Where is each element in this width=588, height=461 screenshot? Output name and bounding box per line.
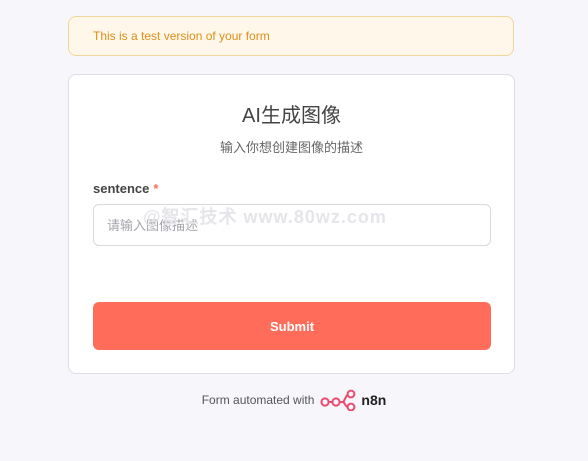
submit-button[interactable]: Submit: [93, 302, 491, 350]
required-mark: *: [153, 181, 159, 196]
footer: Form automated with n8n: [0, 389, 588, 411]
sentence-field-label: sentence *: [93, 181, 158, 196]
n8n-nodes-icon: [320, 389, 356, 411]
n8n-logo[interactable]: n8n: [320, 389, 386, 411]
footer-text: Form automated with: [201, 393, 315, 407]
form-title: AI生成图像: [242, 105, 341, 127]
n8n-brand-text: n8n: [361, 392, 387, 408]
test-version-banner: This is a test version of your form: [68, 16, 514, 56]
form-card: AI生成图像 输入你想创建图像的描述 sentence* Submit: [68, 74, 515, 374]
sentence-input[interactable]: [93, 204, 491, 246]
field-label-text: sentence: [93, 181, 150, 196]
form-subtitle: 输入你想创建图像的描述: [219, 140, 363, 155]
form-page: This is a test version of your form AI生成…: [0, 0, 588, 461]
banner-text: This is a test version of your form: [93, 29, 270, 43]
